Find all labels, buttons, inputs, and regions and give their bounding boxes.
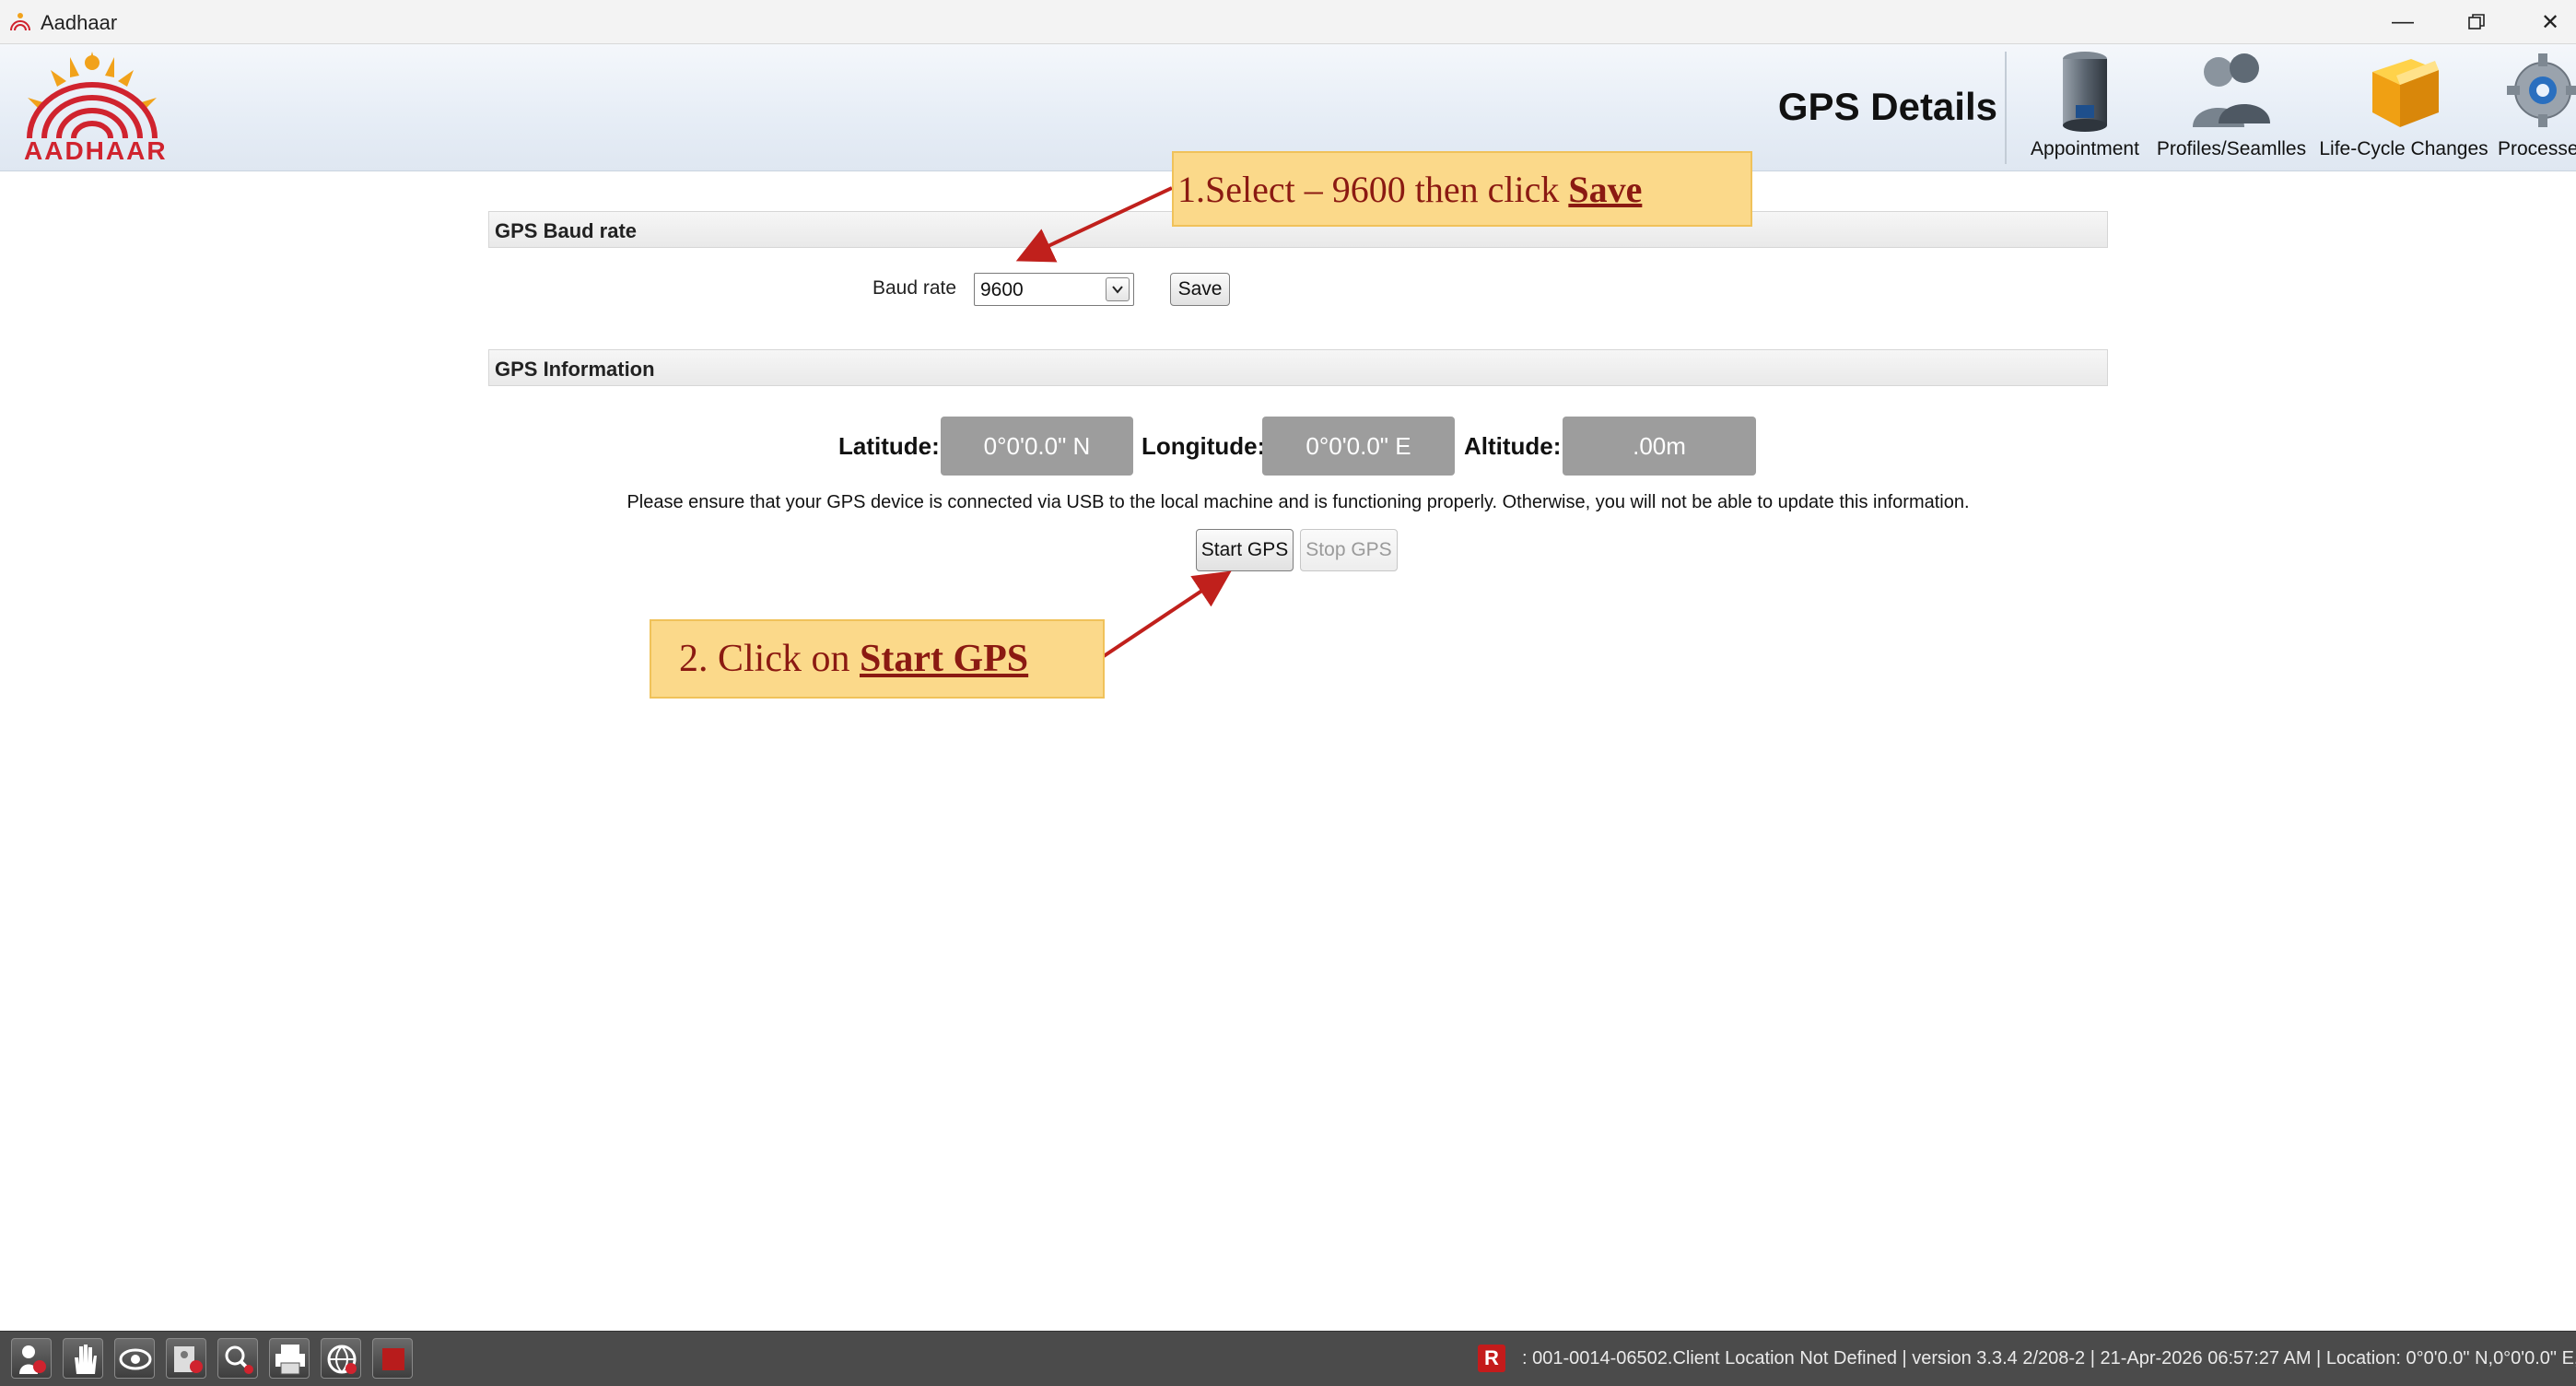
aadhaar-logo-text: AADHAAR	[24, 136, 168, 165]
lifecycle-changes-label: Life-Cycle Changes	[2319, 138, 2488, 159]
profiles-users-icon	[2193, 53, 2270, 127]
aadhaar-app-window: Aadhaar — ✕ AADHAAR GPS Details Appointm…	[0, 0, 2576, 1386]
appointment-label: Appointment	[2031, 138, 2139, 159]
close-button[interactable]: ✕	[2513, 0, 2576, 44]
step2-callout-link: Start GPS	[860, 638, 1029, 680]
appointment-button[interactable]: Appointment	[2023, 48, 2147, 168]
baud-rate-label: Baud rate	[872, 277, 957, 299]
profiles-label: Profiles/Seamlles	[2156, 138, 2307, 159]
restore-icon	[2468, 14, 2485, 29]
title-bar: Aadhaar — ✕	[0, 0, 2576, 44]
baud-rate-dropdown-toggle[interactable]	[1106, 277, 1130, 301]
chevron-down-icon	[1112, 286, 1123, 294]
eye-icon[interactable]	[114, 1338, 155, 1379]
step1-callout: 1.Select – 9600 then click Save	[1172, 151, 1752, 227]
scan-icon[interactable]	[217, 1338, 258, 1379]
altitude-label: Altitude:	[1464, 432, 1562, 460]
altitude-readout: .00m	[1563, 417, 1756, 476]
save-button[interactable]: Save	[1170, 273, 1230, 306]
longitude-label: Longitude:	[1142, 432, 1266, 460]
longitude-readout: 0°0'0.0" E	[1262, 417, 1455, 476]
header-separator	[2005, 52, 2007, 164]
gps-connection-notice: Please ensure that your GPS device is co…	[626, 492, 1970, 512]
record-stop-icon[interactable]	[372, 1338, 413, 1379]
gps-information-section-header: GPS Information	[488, 349, 2108, 386]
profiles-button[interactable]: Profiles/Seamlles	[2150, 48, 2313, 168]
window-title: Aadhaar	[41, 11, 118, 34]
minimize-icon: —	[2392, 9, 2414, 34]
hand-icon[interactable]	[63, 1338, 103, 1379]
step2-callout-text: 2. Click on	[679, 638, 850, 680]
lifecycle-changes-button[interactable]: Life-Cycle Changes	[2316, 48, 2491, 168]
latitude-readout: 0°0'0.0" N	[941, 417, 1133, 476]
page-title: GPS Details	[1777, 85, 1997, 128]
start-gps-button[interactable]: Start GPS	[1196, 529, 1294, 571]
processes-gear-icon	[2507, 53, 2576, 127]
printer-icon[interactable]	[269, 1338, 310, 1379]
stop-gps-button[interactable]: Stop GPS	[1300, 529, 1398, 571]
gps-information-section-title: GPS Information	[495, 358, 655, 381]
step2-arrow	[1102, 570, 1232, 658]
appointment-server-icon	[2063, 52, 2107, 132]
step1-callout-text: 1.Select – 9600 then click	[1177, 168, 1560, 210]
restore-button[interactable]	[2440, 0, 2513, 44]
status-bar-text: : 001-0014-06502.Client Location Not Def…	[1522, 1348, 2576, 1368]
lifecycle-box-icon	[2372, 59, 2439, 127]
status-bar: R : 001-0014-06502.Client Location Not D…	[0, 1331, 2576, 1386]
processes-button[interactable]: Processes	[2488, 48, 2576, 168]
step2-callout: 2. Click on Start GPS	[650, 619, 1105, 699]
latitude-label: Latitude:	[838, 432, 940, 460]
baud-rate-selected-value: 9600	[980, 279, 1024, 300]
processes-label: Processes	[2497, 138, 2576, 159]
document-photo-icon[interactable]	[166, 1338, 206, 1379]
registrar-badge: R	[1478, 1345, 1505, 1372]
enrolment-icon[interactable]	[11, 1338, 52, 1379]
close-icon: ✕	[2540, 9, 2560, 35]
minimize-button[interactable]: —	[2366, 0, 2440, 44]
baud-rate-select[interactable]: 9600	[974, 273, 1134, 306]
gps-baud-section-title: GPS Baud rate	[495, 219, 638, 242]
network-globe-icon[interactable]	[321, 1338, 361, 1379]
step1-callout-link: Save	[1568, 168, 1643, 210]
aadhaar-app-icon	[10, 13, 30, 31]
